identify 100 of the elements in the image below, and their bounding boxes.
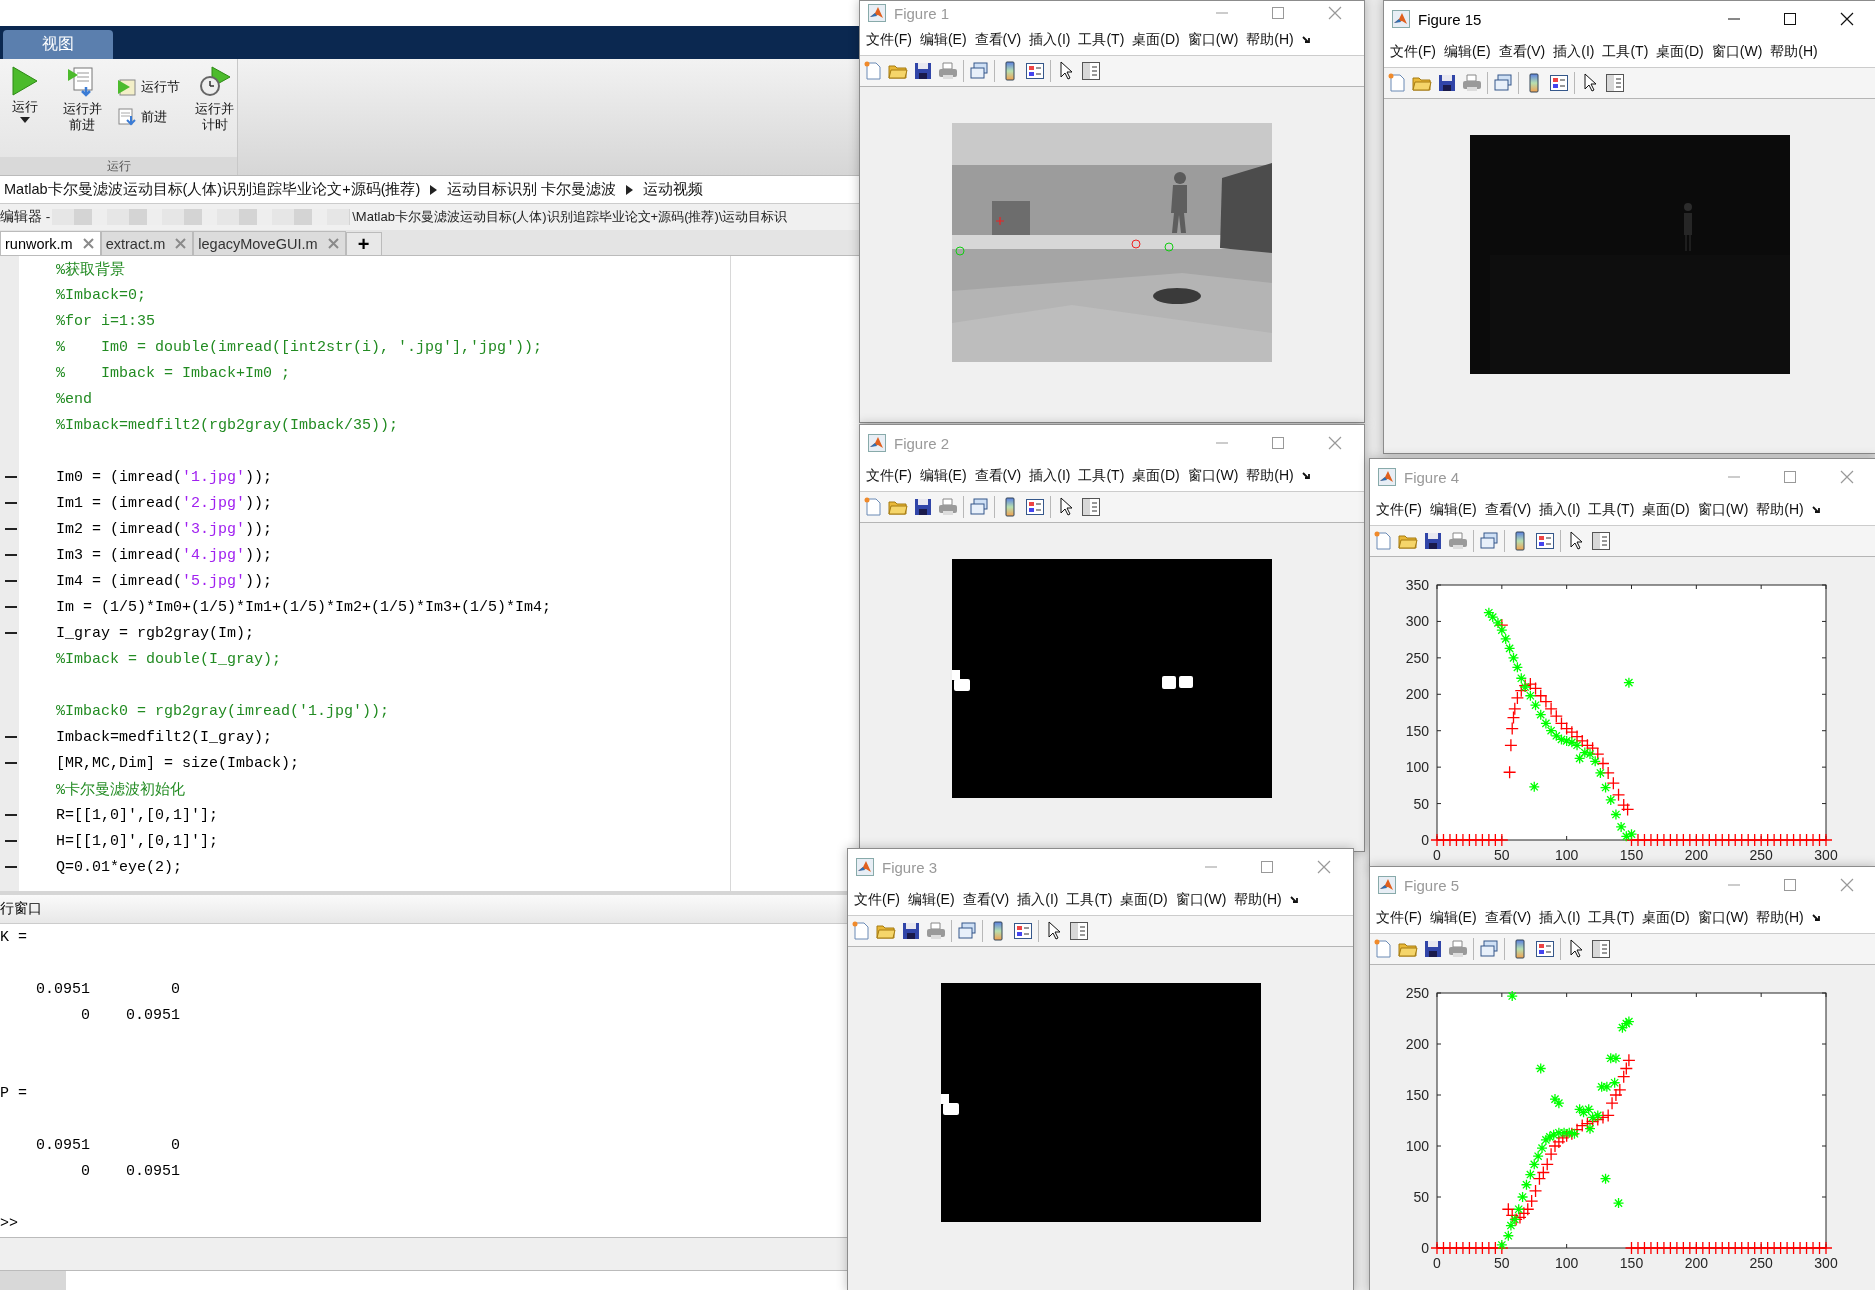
menu-item[interactable]: 编辑(E)	[1429, 501, 1477, 519]
run-button[interactable]: 运行节	[115, 75, 183, 99]
tick-label: 100	[1555, 1255, 1579, 1271]
code-line: Im2 = (imread('3.jpg'));	[56, 520, 273, 538]
menu-item[interactable]: 文件(F)	[1376, 909, 1422, 927]
file-path: \Matlab卡尔曼滤波运动目标(人体)识别追踪毕业论文+源码(推荐)\运动目标识	[352, 208, 788, 226]
menu-item[interactable]: 桌面(D)	[1656, 43, 1704, 61]
tick-label: 250	[1405, 985, 1429, 1001]
menu-item[interactable]: 编辑(E)	[919, 467, 967, 485]
code-line: %end	[56, 390, 92, 408]
window-title: Figure 3	[882, 858, 938, 876]
menu-item[interactable]: 编辑(E)	[919, 31, 967, 49]
menu-item[interactable]: 桌面(D)	[1642, 501, 1690, 519]
output-line: 0 0.0951	[80, 1006, 181, 1024]
tick-label: 50	[1413, 1189, 1429, 1205]
menu-item[interactable]: 工具(T)	[1588, 909, 1635, 927]
menu-item[interactable]: 窗口(W)	[1697, 501, 1749, 519]
code-line: %Imback0 = rgb2gray(imread('1.jpg'));	[56, 702, 390, 720]
tick-label: 100	[1405, 759, 1429, 776]
editor-tab[interactable]: runwork.m	[0, 231, 101, 255]
menu-item[interactable]: 窗口(W)	[1697, 909, 1749, 927]
menu-item[interactable]: 桌面(D)	[1132, 467, 1180, 485]
breadcrumb-item[interactable]: 运动视频	[643, 180, 704, 199]
tick-label: 150	[1619, 1255, 1644, 1271]
menu-item[interactable]: 帮助(H)	[1756, 501, 1804, 519]
editor-tab[interactable]: extract.m	[100, 231, 194, 255]
menu-item[interactable]: 查看(V)	[1484, 909, 1532, 927]
tick-label: 50	[1494, 847, 1510, 863]
tick-label: 300	[1814, 847, 1838, 863]
menu-item[interactable]: 工具(T)	[1588, 501, 1635, 519]
menu-item[interactable]: 文件(F)	[854, 891, 900, 909]
code-line: Im1 = (imread('2.jpg'));	[56, 494, 273, 512]
tick-label: 0	[1421, 1240, 1429, 1256]
menu-item[interactable]: 工具(T)	[1078, 31, 1125, 49]
code-line: I_gray = rgb2gray(Im);	[56, 624, 255, 642]
code-line: Im = (1/5)*Im0+(1/5)*Im1+(1/5)*Im2+(1/5)*Im3+(1/5)*Im4;	[56, 598, 552, 616]
tick-label: 300	[1405, 613, 1429, 630]
menu-item[interactable]: 工具(T)	[1066, 891, 1113, 909]
menu-item[interactable]: 插入(I)	[1029, 467, 1071, 485]
editor-tab[interactable]: legacyMoveGUI.m	[193, 231, 346, 255]
tick-label: 300	[1814, 1255, 1838, 1271]
code-line: [MR,MC,Dim] = size(Imback);	[56, 754, 300, 772]
menu-item[interactable]: 插入(I)	[1539, 909, 1581, 927]
menu-item[interactable]: 插入(I)	[1539, 501, 1581, 519]
menu-item[interactable]: 窗口(W)	[1187, 31, 1239, 49]
breadcrumb-item[interactable]: 运动目标识别 卡尔曼滤波	[447, 180, 617, 199]
menu-item[interactable]: 插入(I)	[1029, 31, 1071, 49]
code-line: %for i=1:35	[56, 312, 156, 330]
run-button[interactable]: 运行并前进	[57, 63, 108, 157]
menu-item[interactable]: 查看(V)	[1484, 501, 1532, 519]
menu-item[interactable]: 窗口(W)	[1711, 43, 1763, 61]
code-line: Im0 = (imread('1.jpg'));	[56, 468, 273, 486]
menu-item[interactable]: 插入(I)	[1553, 43, 1595, 61]
output-line: 0 0.0951	[80, 1162, 181, 1180]
output-line: K =	[0, 928, 27, 946]
menu-item[interactable]: 工具(T)	[1078, 467, 1125, 485]
tick-label: 350	[1405, 577, 1429, 593]
new-tab-button[interactable]: +	[345, 232, 382, 255]
menu-item[interactable]: 查看(V)	[974, 467, 1022, 485]
code-line: Imback=medfilt2(I_gray);	[56, 728, 273, 746]
code-line: % Imback = Imback+Im0 ;	[56, 364, 291, 382]
output-line: 0.0951 0	[35, 1136, 181, 1154]
menu-item[interactable]: 窗口(W)	[1175, 891, 1227, 909]
tick-label: 50	[1494, 1255, 1510, 1271]
menu-item[interactable]: 帮助(H)	[1770, 43, 1818, 61]
run-button[interactable]: 前进	[115, 105, 183, 129]
ribbon-tab[interactable]: 视图	[3, 30, 113, 59]
menu-item[interactable]: 帮助(H)	[1246, 467, 1294, 485]
menu-item[interactable]: 文件(F)	[1390, 43, 1436, 61]
menu-item[interactable]: 桌面(D)	[1132, 31, 1180, 49]
menu-item[interactable]: 帮助(H)	[1246, 31, 1294, 49]
menu-item[interactable]: 查看(V)	[1498, 43, 1546, 61]
output-line: 0.0951 0	[35, 980, 181, 998]
menu-item[interactable]: 文件(F)	[866, 467, 912, 485]
code-line: Q=0.01*eye(2);	[56, 858, 183, 876]
menu-item[interactable]: 查看(V)	[962, 891, 1010, 909]
group-label: 运行	[0, 157, 237, 175]
menu-item[interactable]: 查看(V)	[974, 31, 1022, 49]
menu-item[interactable]: 窗口(W)	[1187, 467, 1239, 485]
menu-item[interactable]: 帮助(H)	[1756, 909, 1804, 927]
run-button[interactable]: 运行	[0, 63, 50, 157]
menu-item[interactable]: 文件(F)	[866, 31, 912, 49]
menu-item[interactable]: 编辑(E)	[1429, 909, 1477, 927]
menu-item[interactable]: 编辑(E)	[907, 891, 955, 909]
menu-item[interactable]: 工具(T)	[1602, 43, 1649, 61]
menu-item[interactable]: 桌面(D)	[1642, 909, 1690, 927]
menu-item[interactable]: 编辑(E)	[1443, 43, 1491, 61]
tick-label: 200	[1405, 686, 1429, 703]
breadcrumb-item[interactable]: Matlab卡尔曼滤波运动目标(人体)识别追踪毕业论文+源码(推荐)	[4, 180, 421, 199]
menu-item[interactable]: 插入(I)	[1017, 891, 1059, 909]
tick-label: 200	[1684, 1255, 1708, 1271]
code-line: Im4 = (imread('5.jpg'));	[56, 572, 273, 590]
code-line: %Imback=medfilt2(rgb2gray(Imback/35));	[56, 416, 399, 434]
tick-label: 150	[1405, 722, 1429, 739]
menu-item[interactable]: 文件(F)	[1376, 501, 1422, 519]
tick-label: 0	[1433, 1255, 1441, 1271]
menu-item[interactable]: 帮助(H)	[1234, 891, 1282, 909]
menu-item[interactable]: 桌面(D)	[1120, 891, 1168, 909]
window-title: Figure 15	[1418, 10, 1482, 28]
run-button[interactable]: 运行并计时	[190, 63, 240, 157]
